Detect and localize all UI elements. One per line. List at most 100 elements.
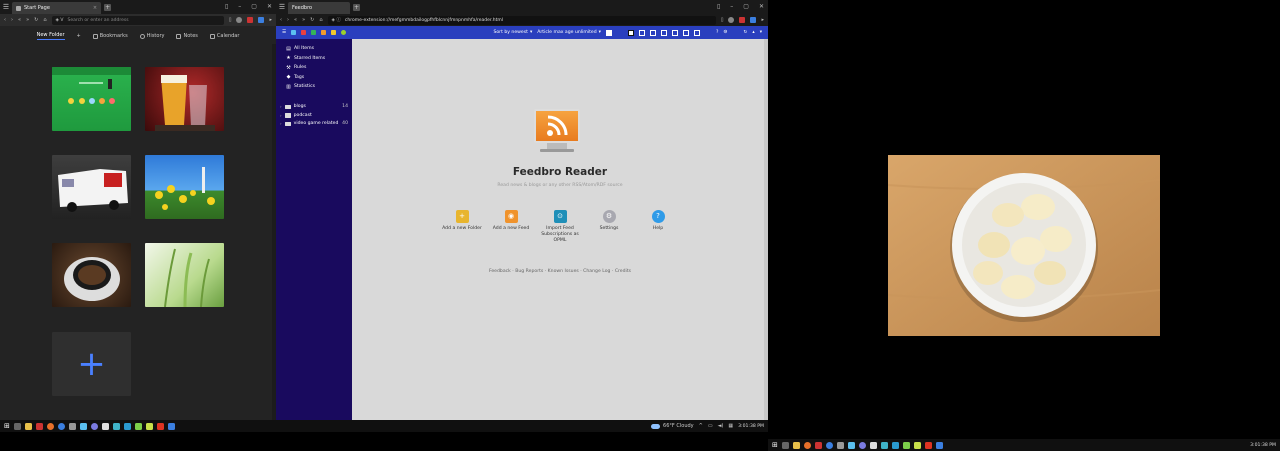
forward-icon[interactable]: › [11,17,13,23]
tab-feedbro[interactable]: Feedbro [288,2,350,14]
extensions-menu-icon[interactable]: ▸ [269,17,272,23]
file-explorer-icon[interactable] [792,441,800,449]
rewind-icon[interactable]: « [18,17,21,23]
reload-icon[interactable]: ↻ [310,17,314,23]
maximize-icon[interactable]: ▢ [743,3,749,10]
nav-notes[interactable]: Notes [176,33,198,39]
home-icon[interactable]: ⌂ [43,17,46,23]
add-folder-button[interactable]: + Add a new Folder [440,210,484,244]
app-icon[interactable] [57,422,65,430]
chevron-up-icon[interactable]: ^ [699,423,703,429]
settings-button[interactable]: ⚙ Settings [587,210,631,244]
task-view-icon[interactable] [13,422,21,430]
app-icon[interactable] [156,422,164,430]
bookmark-page-icon[interactable]: ▯ [721,17,724,23]
clock[interactable]: 3:01:38 PM [1250,443,1276,448]
view-list-icon[interactable] [649,29,656,36]
close-window-icon[interactable]: ✕ [267,3,272,10]
reload-icon[interactable]: ↻ [34,17,38,23]
sort-select[interactable]: Sort by newest ▾ [493,30,532,35]
refresh-feeds-icon[interactable] [291,30,297,35]
language-icon[interactable]: ▦ [728,423,733,429]
heart-icon[interactable] [301,30,307,35]
new-tab-button[interactable]: + [104,3,112,11]
footer-links[interactable]: Feedback · Bug Reports · Known Issues · … [352,269,768,274]
view-grid-icon[interactable] [682,29,689,36]
folder-icon[interactable] [331,30,337,35]
view-mode-icon[interactable] [605,29,612,36]
nav-history[interactable]: History [139,33,164,39]
home-icon[interactable]: ⌂ [319,17,322,23]
help-icon[interactable]: ? [716,30,718,35]
vivaldi-icon[interactable] [814,441,822,449]
chevron-down-icon[interactable]: ▾ [760,30,762,35]
app-icon[interactable] [825,441,833,449]
fast-forward-icon[interactable]: » [26,17,29,23]
beer-glass-thumb[interactable] [145,67,224,131]
extensions-menu-icon[interactable]: ▸ [761,17,764,23]
fast-forward-icon[interactable]: » [302,17,305,23]
chevron-right-icon[interactable]: › [280,104,282,109]
green-website-thumb[interactable] [52,67,131,131]
sidebar-item-tags[interactable]: ◆ Tags [276,73,352,83]
reload-icon[interactable]: ↻ [744,30,748,35]
back-icon[interactable]: ‹ [280,17,282,23]
sidebar-item-rules[interactable]: ⚒ Rules [276,63,352,73]
menu-icon[interactable]: ☰ [0,3,12,11]
app-icon[interactable] [880,441,888,449]
view-compact-icon[interactable] [660,29,667,36]
rewind-icon[interactable]: « [294,17,297,23]
task-view-icon[interactable] [781,441,789,449]
chevron-right-icon[interactable]: › [280,113,282,118]
menu-icon[interactable]: ☰ [276,3,288,11]
tab-start-page[interactable]: Start Page × [12,2,102,14]
view-full-icon[interactable] [627,29,634,36]
app-icon[interactable] [913,441,921,449]
extension-icon[interactable] [750,17,757,23]
app-icon[interactable] [68,422,76,430]
nav-new-folder[interactable]: New Folder [36,32,65,40]
app-icon[interactable] [858,441,866,449]
youtube-van-thumb[interactable] [52,155,131,219]
network-icon[interactable]: ▭ [708,423,713,429]
app-icon[interactable] [145,422,153,430]
import-opml-button[interactable]: ⊙ Import Feed Subscriptions as OPML [538,210,582,244]
chevron-right-icon[interactable]: › [280,121,282,126]
new-tab-button[interactable]: + [353,3,360,11]
clock[interactable]: 3:01:38 PM [738,424,764,429]
trash-icon[interactable]: ▯ [717,3,720,10]
app-icon[interactable] [134,422,142,430]
extension-icon[interactable] [739,17,746,23]
folder-video-game-related[interactable]: › video game related 40 [276,120,352,129]
extension-icon[interactable] [247,17,254,23]
app-icon[interactable] [869,441,877,449]
address-input[interactable]: ◈ V Search or enter an address [51,15,224,25]
sidebar-toggle-icon[interactable]: ☰ [282,30,286,35]
dot-icon[interactable] [341,30,347,35]
volume-icon[interactable]: ◄) [718,423,724,429]
app-icon[interactable] [935,441,943,449]
rss-icon[interactable] [321,30,327,35]
vivaldi-icon[interactable] [35,422,43,430]
trash-icon[interactable]: ▯ [225,3,228,10]
firefox-icon[interactable] [803,441,811,449]
app-icon[interactable] [836,441,844,449]
app-icon[interactable] [167,422,175,430]
sidebar-item-starred[interactable]: ★ Starred Items [276,54,352,64]
yellow-flowers-thumb[interactable] [145,155,224,219]
forward-icon[interactable]: › [287,17,289,23]
app-icon[interactable] [90,422,98,430]
maximize-icon[interactable]: ▢ [251,3,257,10]
sidebar-item-statistics[interactable]: ▥ Statistics [276,82,352,92]
view-magazine-icon[interactable] [693,29,700,36]
view-split-icon[interactable] [638,29,645,36]
gear-icon[interactable]: ⚙ [723,30,727,35]
app-icon[interactable] [847,441,855,449]
firefox-icon[interactable] [46,422,54,430]
nav-calendar[interactable]: Calendar [209,33,239,39]
nav-add[interactable]: + [77,33,81,39]
windows-start-icon[interactable]: ⊞ [4,422,10,430]
nav-bookmarks[interactable]: Bookmarks [92,33,128,39]
add-feed-button[interactable]: ◉ Add a new Feed [489,210,533,244]
profile-icon[interactable] [728,17,735,23]
